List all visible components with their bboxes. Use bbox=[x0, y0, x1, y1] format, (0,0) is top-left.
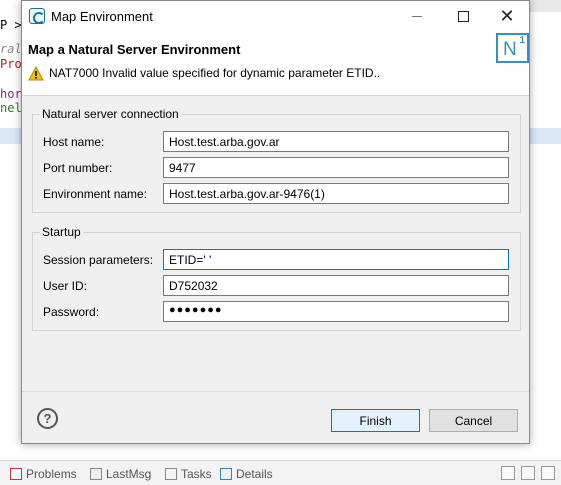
startup-group-label: Startup bbox=[40, 225, 83, 239]
background-toolbar bbox=[529, 0, 561, 12]
tasks-icon bbox=[165, 468, 177, 480]
session-parameters-label: Session parameters: bbox=[43, 253, 154, 267]
close-icon: ✕ bbox=[499, 5, 515, 27]
error-message: NAT7000 Invalid value specified for dyna… bbox=[49, 66, 381, 80]
views-tab-bar bbox=[0, 460, 561, 485]
editor-line: hor bbox=[0, 87, 22, 101]
dialog-header: Map a Natural Server Environment NAT7000… bbox=[22, 32, 529, 96]
window-title: Map Environment bbox=[51, 9, 153, 24]
close-button[interactable]: ✕ bbox=[484, 1, 530, 32]
lastmsg-icon bbox=[90, 468, 102, 480]
warning-icon bbox=[28, 66, 44, 81]
host-name-input[interactable]: Host.test.arba.gov.ar bbox=[163, 131, 509, 152]
view-toolbar bbox=[501, 466, 555, 480]
maximize-button[interactable] bbox=[440, 1, 486, 32]
tab-label: Tasks bbox=[181, 467, 212, 481]
tab-lastmsg[interactable]: LastMsg bbox=[90, 467, 151, 481]
environment-name-input[interactable]: Host.test.arba.gov.ar-9476(1) bbox=[163, 183, 509, 204]
finish-button[interactable]: Finish bbox=[331, 409, 420, 432]
problems-icon bbox=[10, 468, 22, 480]
editor-line: Pro bbox=[0, 57, 22, 71]
port-number-label: Port number: bbox=[43, 161, 113, 175]
logo-letter: N bbox=[503, 39, 517, 60]
view-action-icon[interactable] bbox=[521, 466, 535, 480]
session-parameters-input[interactable]: ETID=' ' bbox=[163, 249, 509, 270]
connection-group-label: Natural server connection bbox=[40, 107, 181, 121]
host-name-label: Host name: bbox=[43, 135, 105, 149]
environment-name-label: Environment name: bbox=[43, 187, 148, 201]
title-bar[interactable]: Map Environment ✕ bbox=[22, 1, 529, 32]
tab-label: Details bbox=[236, 467, 273, 481]
editor-selection bbox=[0, 128, 22, 144]
header-title: Map a Natural Server Environment bbox=[28, 42, 241, 57]
tab-label: LastMsg bbox=[106, 467, 152, 481]
user-id-label: User ID: bbox=[43, 279, 88, 293]
minimize-icon bbox=[412, 16, 422, 17]
view-action-icon[interactable] bbox=[541, 466, 555, 480]
cancel-button[interactable]: Cancel bbox=[429, 409, 518, 432]
editor-line: P > bbox=[0, 18, 22, 32]
tab-label: Problems bbox=[26, 467, 77, 481]
map-environment-dialog: Map Environment ✕ Map a Natural Server E… bbox=[21, 0, 530, 444]
app-icon bbox=[29, 8, 45, 24]
editor-line: ral bbox=[0, 42, 22, 56]
help-button[interactable]: ? bbox=[37, 408, 58, 429]
tab-details[interactable]: Details bbox=[220, 467, 273, 481]
help-icon: ? bbox=[43, 411, 52, 426]
logo-sup: 1 bbox=[519, 35, 525, 46]
maximize-icon bbox=[457, 11, 469, 22]
natural-logo: N 1 bbox=[496, 33, 529, 63]
tab-problems[interactable]: Problems bbox=[10, 467, 77, 481]
user-id-input[interactable]: D752032 bbox=[163, 275, 509, 296]
password-label: Password: bbox=[43, 305, 100, 319]
minimize-button[interactable] bbox=[394, 1, 440, 32]
password-input[interactable]: ●●●●●●● bbox=[163, 301, 509, 322]
editor-selection bbox=[529, 128, 561, 144]
tab-tasks[interactable]: Tasks bbox=[165, 467, 212, 481]
footer-divider bbox=[22, 391, 529, 392]
port-number-input[interactable]: 9477 bbox=[163, 157, 509, 178]
details-icon bbox=[220, 468, 232, 480]
view-action-icon[interactable] bbox=[501, 466, 515, 480]
